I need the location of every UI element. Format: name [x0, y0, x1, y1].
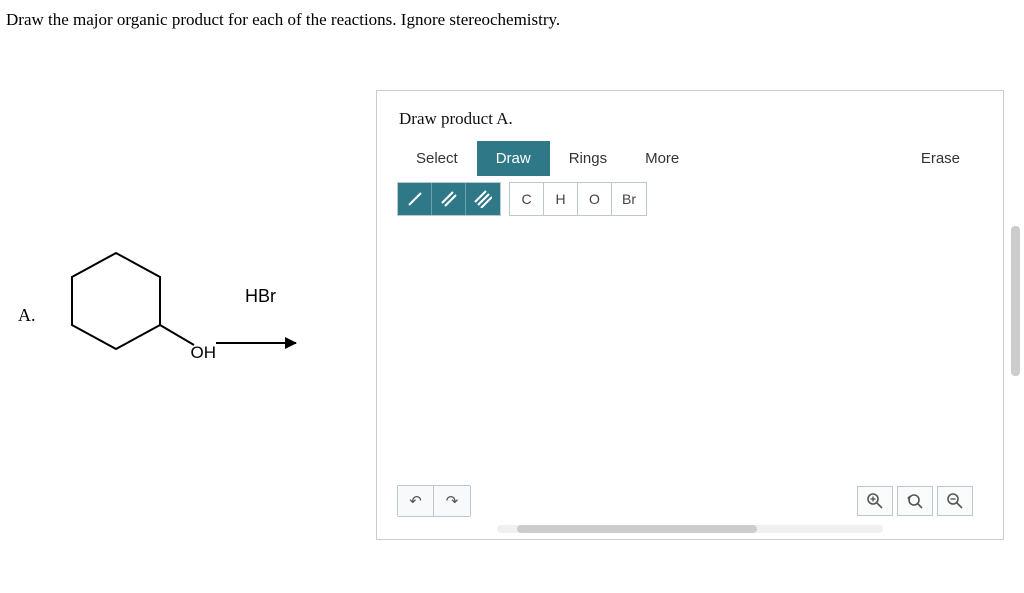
zoom-reset-button[interactable]	[897, 486, 933, 516]
draw-sub-toolbar: C H O Br	[397, 182, 983, 216]
element-c-button[interactable]: C	[510, 183, 544, 215]
part-label: A.	[18, 305, 36, 326]
bottom-controls: ↶ ↷	[397, 485, 973, 517]
horizontal-scrollbar[interactable]	[497, 525, 883, 533]
editor-tabs: Select Draw Rings More Erase	[397, 141, 983, 176]
tab-draw[interactable]: Draw	[477, 141, 550, 176]
vertical-scrollbar[interactable]	[1011, 96, 1020, 566]
content-row: A. OH HBr Draw product A. Select Draw Ri…	[0, 90, 1024, 540]
element-br-button[interactable]: Br	[612, 183, 646, 215]
redo-icon: ↷	[446, 492, 459, 510]
drawing-editor: Draw product A. Select Draw Rings More E…	[376, 90, 1004, 540]
question-text: Draw the major organic product for each …	[0, 0, 1024, 40]
zoom-in-button[interactable]	[857, 486, 893, 516]
zoom-group	[857, 486, 973, 516]
triple-bond-button[interactable]	[466, 183, 500, 215]
redo-button[interactable]: ↷	[434, 486, 470, 516]
element-tool-group: C H O Br	[509, 182, 647, 216]
bond-tool-group	[397, 182, 501, 216]
editor-title: Draw product A.	[377, 91, 1003, 141]
double-bond-button[interactable]	[432, 183, 466, 215]
tab-erase[interactable]: Erase	[902, 141, 983, 176]
zoom-out-button[interactable]	[937, 486, 973, 516]
reactant-structure: OH	[66, 235, 216, 395]
reagent-label: HBr	[245, 286, 276, 307]
reaction-panel: A. OH HBr	[0, 235, 370, 395]
element-h-button[interactable]: H	[544, 183, 578, 215]
tab-select[interactable]: Select	[397, 141, 477, 176]
oh-label: OH	[191, 343, 217, 363]
history-group: ↶ ↷	[397, 485, 471, 517]
horizontal-scroll-thumb[interactable]	[517, 525, 757, 533]
single-bond-button[interactable]	[398, 183, 432, 215]
undo-icon: ↶	[409, 492, 422, 510]
element-o-button[interactable]: O	[578, 183, 612, 215]
vertical-scroll-thumb[interactable]	[1011, 226, 1020, 376]
zoom-in-icon	[866, 492, 884, 510]
reaction-arrow-block: HBr	[216, 286, 296, 344]
tab-more[interactable]: More	[626, 141, 698, 176]
zoom-out-icon	[946, 492, 964, 510]
tab-rings[interactable]: Rings	[550, 141, 626, 176]
reaction-arrow	[216, 342, 296, 344]
undo-button[interactable]: ↶	[398, 486, 434, 516]
zoom-reset-icon	[906, 492, 924, 510]
